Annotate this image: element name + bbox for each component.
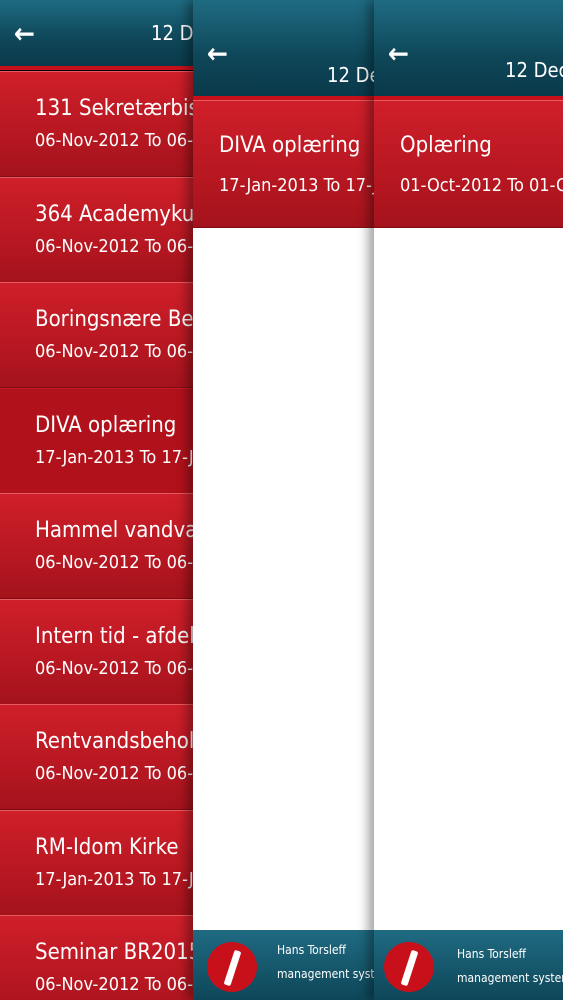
panel3-footer: Hans Torsleff management system [374,930,563,1000]
item-date: 01-Oct-2012 To 01-Oct-2013 [400,175,563,196]
item-name: Seminar BR2015 [35,940,202,965]
panel3-header: ← 12 December [374,0,563,96]
item-name: DIVA oplæring [219,133,361,158]
footer-line2: management system [457,971,563,985]
panel3-title: 12 December [505,58,563,82]
item-name: RM-Idom Kirke [35,834,179,860]
item-name: Oplæring [400,133,492,158]
hans-torsleff-logo-icon [207,942,257,992]
footer-line1: Hans Torsleff [457,947,526,961]
panel-subproject-detail: ← 12 December Oplæring 01-Oct-2012 To 01… [374,0,563,1000]
item-name: DIVA oplæring [35,412,177,438]
back-arrow-icon[interactable]: ← [14,20,35,48]
back-arrow-icon[interactable]: ← [207,40,228,68]
back-arrow-icon[interactable]: ← [388,40,409,68]
footer-text: Hans Torsleff management system [457,942,563,990]
hans-torsleff-logo-icon [384,942,434,992]
panel3-empty-area [374,228,563,930]
list-item[interactable]: Oplæring 01-Oct-2012 To 01-Oct-2013 [374,100,563,228]
